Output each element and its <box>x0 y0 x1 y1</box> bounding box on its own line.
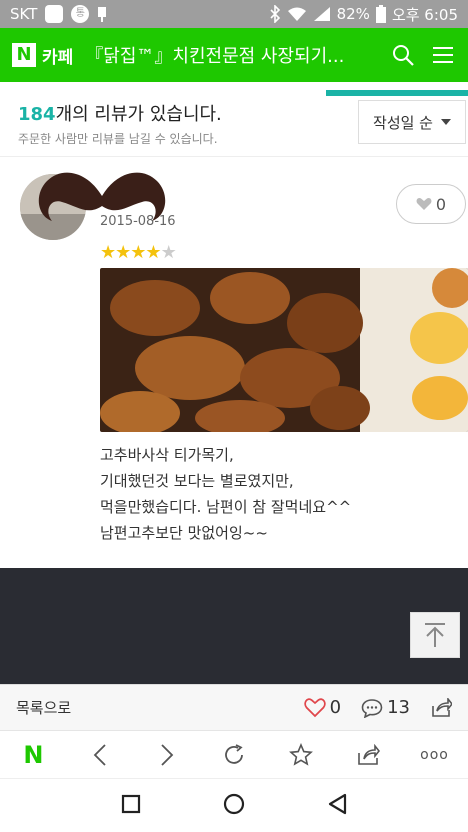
share-button[interactable] <box>430 697 452 718</box>
comment-icon <box>361 698 383 718</box>
cafe-label[interactable]: 카페 <box>42 43 73 68</box>
more-options-button[interactable]: ooo <box>417 738 451 772</box>
star-filled-icon: ★ <box>115 242 131 263</box>
review-count-heading: 184개의 리뷰가 있습니다. <box>18 100 222 126</box>
review-like-count: 0 <box>435 194 447 214</box>
system-navigation-bar <box>0 778 468 832</box>
system-back-button[interactable] <box>327 793 347 819</box>
refresh-button[interactable] <box>217 738 251 772</box>
chevron-right-icon <box>161 743 174 766</box>
share-icon <box>357 743 380 765</box>
review-date: 2015-08-16 <box>100 214 176 229</box>
bluetooth-icon <box>270 5 280 23</box>
fried-chicken-image <box>100 268 468 432</box>
star-filled-icon: ★ <box>145 242 161 263</box>
carrier-label: SKT <box>10 5 38 23</box>
battery-icon <box>375 5 386 23</box>
cafe-title[interactable]: 『닭집™』치킨전문점 사장되기... <box>85 42 376 68</box>
review-subtitle: 주문한 사람만 리뷰를 남길 수 있습니다. <box>18 132 218 146</box>
notification-badge-icon: 통 <box>71 5 90 23</box>
forward-button[interactable] <box>150 738 184 772</box>
star-filled-icon: ★ <box>130 242 146 263</box>
back-button[interactable] <box>83 738 117 772</box>
search-button[interactable] <box>390 42 416 68</box>
footer-area <box>0 568 468 684</box>
review-section: 184개의 리뷰가 있습니다. 주문한 사람만 리뷰를 남길 수 있습니다. 작… <box>0 82 468 568</box>
divider <box>0 156 468 157</box>
heart-icon <box>416 197 432 210</box>
square-icon <box>121 794 141 813</box>
status-bar: SKT 통 82% 오후 6:05 <box>0 0 468 28</box>
battery-percent: 82% <box>336 5 370 23</box>
sort-dropdown[interactable]: 작성일 순 <box>358 100 466 144</box>
signal-icon <box>313 7 330 21</box>
circle-icon <box>223 793 245 814</box>
scroll-to-top-button[interactable] <box>410 612 460 658</box>
comments-button[interactable]: 13 <box>361 697 410 718</box>
bookmark-button[interactable] <box>284 738 318 772</box>
naver-logo[interactable]: N <box>12 43 36 67</box>
browser-share-button[interactable] <box>351 738 385 772</box>
triangle-back-icon <box>328 793 347 814</box>
star-rating: ★★★★★ <box>100 242 177 263</box>
home-button[interactable] <box>223 793 245 819</box>
heart-outline-icon <box>303 697 326 717</box>
refresh-icon <box>225 743 243 764</box>
browser-toolbar: N ooo <box>0 730 468 778</box>
review-text: 고추바사삭 티가목기, 기대했던것 보다는 별로였지만, 먹을만했습디다. 남편… <box>100 446 352 542</box>
review-count: 184 <box>18 104 56 125</box>
comment-count: 13 <box>387 697 410 718</box>
usb-icon <box>98 7 107 22</box>
tab-indicator <box>326 90 468 96</box>
recent-apps-button[interactable] <box>121 794 141 818</box>
star-empty-icon: ★ <box>160 242 177 263</box>
star-icon <box>288 742 313 766</box>
cafe-header: N 카페 『닭집™』치킨전문점 사장되기... <box>0 28 468 82</box>
naver-home-button[interactable]: N <box>16 738 50 772</box>
naver-n-logo: N <box>23 740 44 769</box>
article-action-bar: 목록으로 0 13 <box>0 684 468 730</box>
share-icon <box>432 697 452 717</box>
search-icon <box>393 45 414 66</box>
review-photo[interactable] <box>100 268 468 432</box>
sort-label: 작성일 순 <box>373 113 433 132</box>
notification-app-icon <box>45 5 64 23</box>
article-like-count: 0 <box>329 697 342 718</box>
article-like-button[interactable]: 0 <box>303 697 342 718</box>
star-filled-icon: ★ <box>100 242 116 263</box>
chevron-left-icon <box>93 743 106 766</box>
back-to-list-button[interactable]: 목록으로 <box>16 697 71 718</box>
wifi-icon <box>287 7 306 21</box>
more-icon: ooo <box>420 746 449 763</box>
hamburger-icon <box>433 47 453 63</box>
clock: 오후 6:05 <box>391 5 458 24</box>
caret-down-icon <box>440 119 451 125</box>
arrow-up-icon <box>425 623 445 647</box>
menu-button[interactable] <box>430 42 456 68</box>
review-like-button[interactable]: 0 <box>396 184 466 224</box>
review-count-suffix: 개의 리뷰가 있습니다. <box>55 104 222 125</box>
